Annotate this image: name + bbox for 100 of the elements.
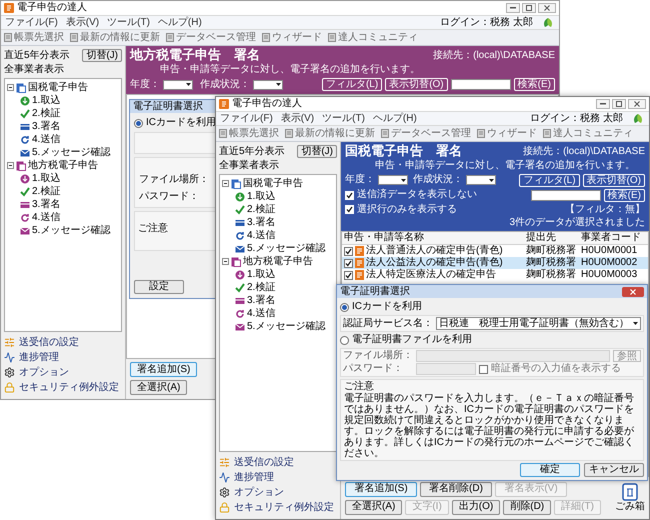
- checkbox[interactable]: [345, 205, 354, 214]
- service-select[interactable]: 日税連 税理士用電子証明書（無効含む）: [436, 317, 641, 330]
- checkbox[interactable]: [344, 258, 353, 268]
- toolbar-button[interactable]: 最新の情報に更新: [285, 128, 375, 140]
- minimize-button[interactable]: [596, 99, 610, 109]
- cancel-button[interactable]: キャンセル: [584, 463, 644, 477]
- toolbar-button[interactable]: データベース管理: [381, 128, 471, 140]
- tree-item[interactable]: 2.検証: [247, 282, 276, 294]
- switch-button[interactable]: 切替(J): [82, 49, 122, 62]
- switch-button[interactable]: 切替(J): [297, 145, 337, 158]
- sidebar-link[interactable]: オプション: [19, 366, 69, 378]
- toolbar-button[interactable]: ウィザード: [477, 128, 537, 140]
- checkbox[interactable]: [344, 270, 353, 280]
- minimize-button[interactable]: [506, 3, 520, 13]
- search-button[interactable]: 検索(E): [604, 188, 645, 202]
- search-field[interactable]: [530, 190, 601, 200]
- sidebar-link[interactable]: セキュリティ例外設定: [234, 502, 334, 514]
- toolbar-button[interactable]: データベース管理: [166, 32, 256, 44]
- tree-item[interactable]: 1.取込: [32, 172, 60, 184]
- toolbar-button[interactable]: 達人コミュニティ: [328, 32, 418, 44]
- action-button[interactable]: 削除(D): [503, 500, 552, 514]
- view-toggle-button[interactable]: 表示切替(O): [582, 174, 645, 186]
- sidebar-link[interactable]: オプション: [234, 486, 284, 498]
- action-button[interactable]: 全選択(A): [345, 500, 402, 514]
- tree-item[interactable]: 4.送信: [32, 212, 60, 224]
- tree-item[interactable]: 5.メッセージ確認: [32, 146, 110, 158]
- menu-item[interactable]: ヘルプ(H): [158, 16, 202, 28]
- tree-item[interactable]: 4.送信: [247, 308, 276, 320]
- toolbar-button[interactable]: 帳票先選択: [4, 32, 64, 44]
- toolbar-button[interactable]: 達人コミュニティ: [543, 128, 633, 140]
- menu-item[interactable]: ヘルプ(H): [372, 112, 417, 124]
- file-field[interactable]: [416, 350, 610, 362]
- menu-item[interactable]: ツール(T): [107, 16, 150, 28]
- search-button[interactable]: 検索(E): [514, 78, 555, 91]
- action-button[interactable]: 署名追加(S): [345, 482, 417, 496]
- ok-button[interactable]: 設定: [134, 280, 184, 294]
- confirm-button[interactable]: 確定: [520, 463, 580, 477]
- tree-item[interactable]: 2.検証: [247, 204, 276, 216]
- toolbar-button[interactable]: 帳票先選択: [219, 128, 279, 140]
- tree-item[interactable]: 4.送信: [247, 230, 276, 242]
- toolbar-button[interactable]: ウィザード: [262, 32, 322, 44]
- status-select[interactable]: [253, 80, 283, 90]
- status-select[interactable]: [466, 175, 496, 185]
- filter-button[interactable]: フィルタ(L): [322, 78, 382, 91]
- sidebar-link[interactable]: 送受信の設定: [19, 336, 79, 348]
- checkbox[interactable]: [345, 190, 354, 200]
- tree-item[interactable]: 2.検証: [32, 186, 60, 198]
- menu-item[interactable]: 表示(V): [66, 16, 100, 28]
- radio-button[interactable]: [340, 302, 349, 312]
- collapse-icon[interactable]: [7, 162, 14, 169]
- collapse-icon[interactable]: [7, 84, 14, 91]
- tree-item[interactable]: 3.署名: [247, 294, 276, 306]
- maximize-button[interactable]: [522, 3, 536, 13]
- collapse-icon[interactable]: [222, 180, 229, 187]
- filter-button[interactable]: フィルタ(L): [519, 174, 580, 186]
- sidebar-link[interactable]: 送受信の設定: [234, 456, 294, 468]
- action-button[interactable]: 出力(O): [452, 500, 500, 514]
- sidebar-link[interactable]: セキュリティ例外設定: [19, 382, 119, 394]
- tree-item[interactable]: 国税電子申告: [28, 82, 88, 94]
- tree-item[interactable]: 1.取込: [247, 190, 276, 202]
- collapse-icon[interactable]: [222, 258, 229, 265]
- action-button[interactable]: 署名削除(D): [420, 482, 492, 496]
- tree-item[interactable]: 1.取込: [247, 268, 276, 280]
- sidebar-link[interactable]: 進捗管理: [19, 352, 59, 364]
- year-select[interactable]: [163, 80, 193, 90]
- password-field[interactable]: [416, 363, 476, 375]
- column-header[interactable]: 提出先: [524, 232, 579, 244]
- radio-button[interactable]: [340, 336, 349, 344]
- close-button[interactable]: [628, 99, 646, 109]
- menu-item[interactable]: ツール(T): [322, 112, 365, 124]
- tree-item[interactable]: 5.メッセージ確認: [247, 320, 326, 332]
- close-button[interactable]: [538, 3, 556, 13]
- tree-item[interactable]: 地方税電子申告: [243, 256, 313, 268]
- tree-item[interactable]: 2.検証: [32, 108, 60, 120]
- checkbox[interactable]: [479, 364, 488, 374]
- search-field[interactable]: [450, 79, 511, 90]
- menu-item[interactable]: 表示(V): [280, 112, 314, 124]
- tree-item[interactable]: 地方税電子申告: [28, 160, 98, 172]
- trash-button[interactable]: ごみ箱: [615, 483, 645, 513]
- column-header[interactable]: 事業者コード: [579, 232, 642, 244]
- tree-item[interactable]: 5.メッセージ確認: [247, 242, 326, 254]
- sidebar-link[interactable]: 進捗管理: [234, 472, 274, 484]
- menu-item[interactable]: ファイル(F): [5, 16, 58, 28]
- tree-item[interactable]: 3.署名: [32, 120, 60, 132]
- view-toggle-button[interactable]: 表示切替(O): [385, 78, 448, 91]
- tree-item[interactable]: 1.取込: [32, 94, 60, 106]
- checkbox[interactable]: [344, 246, 353, 256]
- tree-item[interactable]: 国税電子申告: [243, 178, 303, 190]
- table-row[interactable]: 法人公益法人の確定申告(青色) 麹町税務署 H0U0M0002: [342, 257, 648, 269]
- menu-item[interactable]: ファイル(F): [220, 112, 273, 124]
- action-button[interactable]: 全選択(A): [130, 380, 188, 395]
- column-header[interactable]: 申告・申請等名称: [342, 232, 524, 244]
- maximize-button[interactable]: [612, 99, 626, 109]
- year-select[interactable]: [378, 175, 408, 185]
- radio-button[interactable]: [134, 118, 143, 128]
- tree-item[interactable]: 5.メッセージ確認: [32, 224, 110, 236]
- tree-item[interactable]: 4.送信: [32, 134, 60, 146]
- toolbar-button[interactable]: 最新の情報に更新: [70, 32, 160, 44]
- action-button[interactable]: 署名追加(S): [130, 362, 198, 377]
- close-button[interactable]: [622, 286, 644, 296]
